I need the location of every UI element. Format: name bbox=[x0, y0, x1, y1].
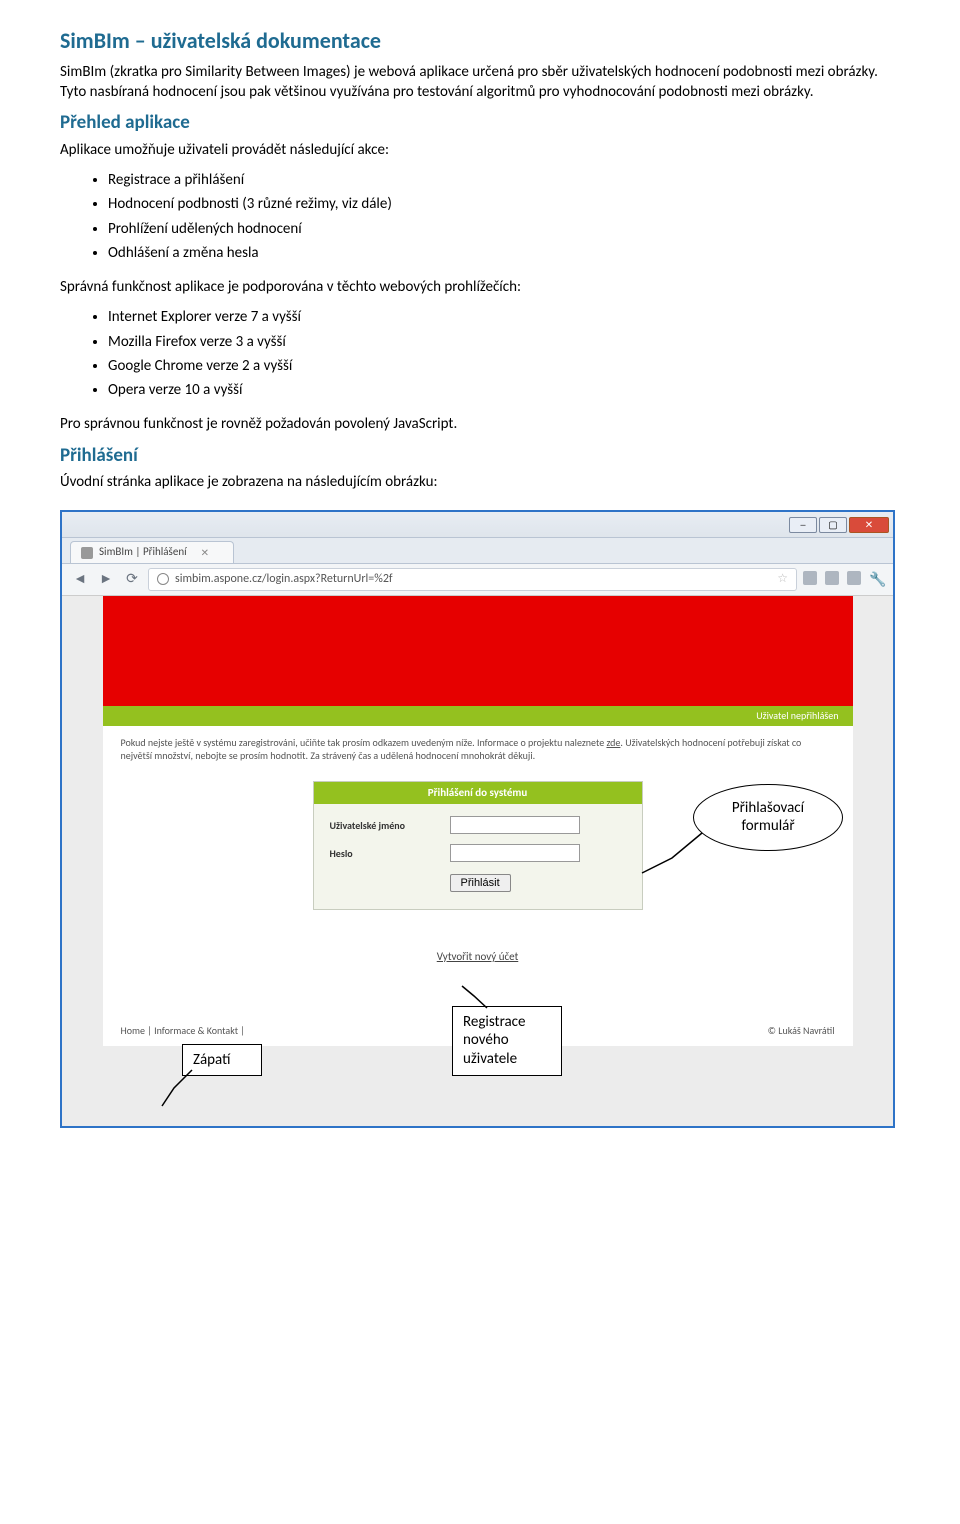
browser-tab[interactable]: SimBIm | Přihlášení ✕ bbox=[70, 541, 234, 563]
red-banner bbox=[103, 596, 853, 706]
info-text-part: Pokud nejste ještě v systému zaregistrov… bbox=[121, 736, 607, 749]
password-input[interactable] bbox=[450, 844, 580, 862]
page-viewport: Uživatel nepřihlášen Pokud nejste ještě … bbox=[62, 596, 893, 1126]
maximize-button[interactable]: ▢ bbox=[819, 517, 847, 533]
intro-paragraph: SimBIm (zkratka pro Similarity Between I… bbox=[60, 62, 900, 103]
form-row-password: Heslo bbox=[330, 844, 626, 862]
status-text: Uživatel nepřihlášen bbox=[756, 709, 838, 723]
username-label: Uživatelské jméno bbox=[330, 819, 440, 833]
actions-list: Registrace a přihlášení Hodnocení podbno… bbox=[108, 170, 900, 263]
minimize-button[interactable]: ─ bbox=[789, 517, 817, 533]
titlebar: ─ ▢ ✕ bbox=[62, 512, 893, 538]
globe-icon bbox=[157, 573, 169, 585]
password-label: Heslo bbox=[330, 847, 440, 861]
close-button[interactable]: ✕ bbox=[849, 517, 889, 533]
list-item: Internet Explorer verze 7 a vyšší bbox=[108, 307, 900, 327]
login-button[interactable]: Přihlásit bbox=[450, 874, 511, 892]
bookmark-icon[interactable]: ☆ bbox=[777, 571, 788, 587]
info-text: Pokud nejste ještě v systému zaregistrov… bbox=[103, 726, 853, 773]
login-lead: Úvodní stránka aplikace je zobrazena na … bbox=[60, 472, 900, 492]
extension-icon[interactable] bbox=[803, 571, 817, 585]
login-body: Uživatelské jméno Heslo Přihlásit bbox=[314, 804, 642, 908]
footer-left[interactable]: Home | Informace & Kontakt | bbox=[121, 1024, 245, 1038]
doc-title: SimBIm – uživatelská dokumentace bbox=[60, 26, 900, 56]
callout-footer: Zápatí bbox=[182, 1044, 262, 1077]
url-box[interactable]: simbim.aspone.cz/login.aspx?ReturnUrl=%2… bbox=[148, 568, 797, 590]
list-item: Opera verze 10 a vyšší bbox=[108, 380, 900, 400]
overview-lead: Aplikace umožňuje uživateli provádět nás… bbox=[60, 140, 900, 160]
info-link[interactable]: zde bbox=[606, 736, 620, 749]
login-box: Přihlášení do systému Uživatelské jméno … bbox=[313, 781, 643, 910]
back-icon[interactable]: ◄ bbox=[70, 569, 90, 589]
list-item: Mozilla Firefox verze 3 a vyšší bbox=[108, 332, 900, 352]
list-item: Prohlížení udělených hodnocení bbox=[108, 219, 900, 239]
address-bar-row: ◄ ► ⟳ simbim.aspone.cz/login.aspx?Return… bbox=[62, 564, 893, 595]
browser-window: ─ ▢ ✕ SimBIm | Přihlášení ✕ ◄ ► ⟳ simbim… bbox=[60, 510, 895, 1127]
section-login-title: Přihlášení bbox=[60, 443, 900, 469]
form-row-username: Uživatelské jméno bbox=[330, 816, 626, 834]
footer-right: © Lukáš Navrátil bbox=[768, 1024, 835, 1038]
url-text: simbim.aspone.cz/login.aspx?ReturnUrl=%2… bbox=[175, 571, 393, 587]
status-strip: Uživatel nepřihlášen bbox=[103, 706, 853, 726]
list-item: Hodnocení podbnosti (3 různé režimy, viz… bbox=[108, 194, 900, 214]
tab-strip: SimBIm | Přihlášení ✕ bbox=[62, 538, 893, 564]
login-header: Přihlášení do systému bbox=[314, 782, 642, 805]
browsers-list: Internet Explorer verze 7 a vyšší Mozill… bbox=[108, 307, 900, 400]
tab-title: SimBIm | Přihlášení bbox=[99, 545, 187, 560]
username-input[interactable] bbox=[450, 816, 580, 834]
js-note: Pro správnou funkčnost je rovněž požadov… bbox=[60, 414, 900, 434]
extension-icon[interactable] bbox=[847, 571, 861, 585]
list-item: Google Chrome verze 2 a vyšší bbox=[108, 356, 900, 376]
browsers-lead: Správná funkčnost aplikace je podporován… bbox=[60, 277, 900, 297]
create-account-row: Vytvořit nový účet bbox=[103, 950, 853, 965]
extension-icon[interactable] bbox=[825, 571, 839, 585]
section-overview-title: Přehled aplikace bbox=[60, 110, 900, 136]
callout-login-form: Přihlašovací formulář bbox=[693, 784, 843, 852]
forward-icon[interactable]: ► bbox=[96, 569, 116, 589]
reload-icon[interactable]: ⟳ bbox=[122, 569, 142, 589]
create-account-link[interactable]: Vytvořit nový účet bbox=[437, 950, 519, 963]
toolbar-right: 🔧 bbox=[803, 571, 885, 587]
favicon-icon bbox=[81, 547, 93, 559]
tab-close-icon[interactable]: ✕ bbox=[201, 546, 209, 560]
list-item: Registrace a přihlášení bbox=[108, 170, 900, 190]
callout-register: Registrace nového uživatele bbox=[452, 1006, 562, 1076]
list-item: Odhlášení a změna hesla bbox=[108, 243, 900, 263]
wrench-icon[interactable]: 🔧 bbox=[869, 571, 885, 587]
